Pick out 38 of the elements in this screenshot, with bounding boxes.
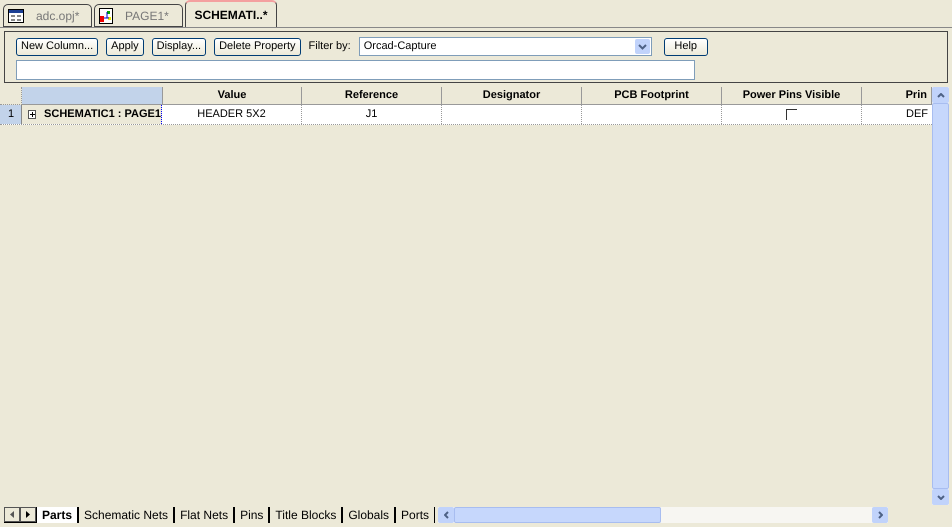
table-cell-text: J1 <box>366 107 378 122</box>
property-edit-field[interactable] <box>16 60 695 80</box>
table-cell-text: DEF <box>906 107 928 122</box>
toolbar-button[interactable]: Apply <box>106 38 144 56</box>
sheet-tab[interactable]: Title Blocks <box>269 506 342 522</box>
sheet-tab[interactable]: Schematic Nets <box>78 506 174 522</box>
document-tab[interactable]: adc.opj* <box>3 4 92 27</box>
filter-label: Filter by: <box>308 39 351 54</box>
row-title-cell[interactable]: SCHEMATIC1 : PAGE1 <box>22 105 162 124</box>
chevron-down-icon <box>634 39 650 54</box>
chevron-right-icon[interactable] <box>878 511 883 519</box>
help-button[interactable]: Help <box>664 38 708 56</box>
row-number: 1 <box>0 105 22 124</box>
document-tab[interactable]: PAGE1* <box>94 4 183 27</box>
sheet-tab[interactable]: Pins <box>234 506 270 522</box>
sheet-tab[interactable]: Parts <box>36 506 78 522</box>
table-window-icon <box>8 8 24 22</box>
expand-icon[interactable] <box>28 110 36 119</box>
toolbar-button[interactable]: Delete Property <box>214 38 301 56</box>
schematic-page-icon <box>99 8 113 24</box>
row-title: SCHEMATIC1 : PAGE1 <box>44 107 161 122</box>
toolbar-button[interactable]: Display... <box>152 38 206 56</box>
triangle-right-icon <box>26 511 30 518</box>
vertical-scrollbar[interactable] <box>932 87 949 505</box>
sheet-tab[interactable]: Globals <box>342 506 396 522</box>
triangle-left-icon <box>10 511 14 518</box>
horizontal-scrollbar[interactable] <box>438 507 888 523</box>
chevron-left-icon[interactable] <box>444 511 449 519</box>
document-tab[interactable]: SCHEMATI..* <box>185 0 277 27</box>
filter-dropdown[interactable]: Orcad-Capture <box>358 37 652 56</box>
sheet-tab[interactable]: Flat Nets <box>174 506 234 522</box>
chevron-up-icon[interactable] <box>936 92 944 98</box>
table-cell-text: HEADER 5X2 <box>197 107 266 122</box>
toolbar-button[interactable]: New Column... <box>16 38 98 56</box>
scroll-left-button[interactable] <box>4 507 20 522</box>
scroll-right-button[interactable] <box>20 507 36 522</box>
sheet-tab[interactable]: Ports <box>395 506 436 522</box>
chevron-down-icon[interactable] <box>936 494 944 500</box>
